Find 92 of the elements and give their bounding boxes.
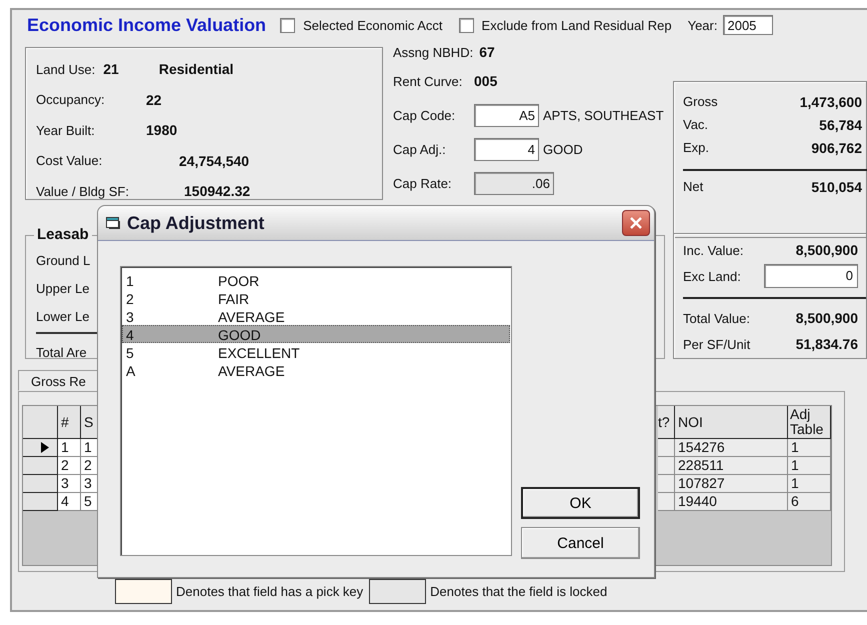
field-label: Ground L: [36, 252, 90, 268]
close-button[interactable]: [622, 210, 650, 236]
input-field[interactable]: .06: [474, 172, 554, 194]
table-cell: 1: [58, 439, 81, 457]
input-field[interactable]: 0: [764, 264, 858, 288]
list-item[interactable]: 4 GOOD: [122, 325, 510, 343]
close-icon: [629, 216, 643, 230]
income-value: 906,762: [811, 140, 862, 156]
table-cell: 6: [788, 493, 831, 511]
field-value: 1980: [146, 122, 178, 138]
table-cell: 228511: [675, 457, 788, 475]
column-header: NOI: [675, 406, 788, 439]
tab[interactable]: Gross Re: [18, 370, 99, 391]
income-value: 1,473,600: [800, 94, 862, 110]
dialog-button[interactable]: OK: [521, 487, 640, 519]
field-label: Cap Rate:: [393, 176, 453, 190]
window-icon: [106, 217, 120, 229]
income-value: 56,784: [819, 116, 862, 132]
row-header[interactable]: [23, 457, 58, 475]
field-description: APTS, SOUTHEAST: [543, 108, 664, 122]
field-label: Assng NBHD:: [393, 44, 474, 60]
legend-swatch: [115, 578, 172, 604]
row-header[interactable]: [23, 475, 58, 493]
dialog-title: Cap Adjustment: [127, 212, 264, 234]
field-label: Total Are: [36, 344, 87, 360]
checkbox-label: Exclude from Land Residual Rep: [482, 18, 672, 32]
checkbox-label: Selected Economic Acct: [303, 18, 443, 32]
checkbox[interactable]: [458, 18, 474, 32]
current-row-icon: [41, 442, 49, 453]
field-label: Year Built:: [36, 122, 96, 138]
window-title: Economic Income Valuation: [27, 14, 266, 36]
column-header: #: [58, 406, 81, 439]
legend-text: Denotes that the field is locked: [430, 584, 608, 598]
field-label: Occupancy:: [36, 92, 106, 108]
field-value: 67: [479, 44, 495, 60]
table-cell: 3: [58, 475, 81, 493]
row-header[interactable]: [23, 439, 58, 457]
list-item[interactable]: 5 EXCELLENT: [122, 343, 510, 361]
value-label: Inc. Value:: [683, 242, 744, 258]
value-label: Exc Land:: [683, 268, 741, 284]
value-amount: 8,500,900: [796, 310, 858, 326]
income-label: Exp.: [683, 140, 710, 155]
table-cell: 107827: [675, 475, 788, 493]
input-field[interactable]: 4: [474, 138, 539, 160]
checkbox[interactable]: [280, 18, 296, 32]
income-label: Vac.: [683, 117, 708, 132]
table-cell: [658, 493, 675, 511]
table-cell: 4: [58, 493, 81, 511]
income-label: Gross: [683, 94, 718, 109]
field-label: Land Use:: [36, 62, 96, 77]
table-cell: 19440: [675, 493, 788, 511]
value-label: Per SF/Unit: [683, 336, 750, 352]
row-header[interactable]: [23, 493, 58, 511]
table-cell: [658, 475, 675, 493]
list-item[interactable]: A AVERAGE: [122, 361, 510, 379]
list-box[interactable]: 1 POOR 2 FAIR 3 AVERAGE 4 GOOD 5 EXCELLENT A AVERAGE: [120, 266, 512, 556]
input-field[interactable]: A5: [474, 104, 539, 126]
income-value: 510,054: [811, 178, 862, 194]
field-description: GOOD: [543, 142, 583, 156]
field-value: 24,754,540: [179, 152, 250, 169]
value-amount: 8,500,900: [796, 242, 858, 258]
column-header: Adj Table: [788, 406, 831, 439]
value-label: Total Value:: [683, 310, 750, 326]
list-item[interactable]: 2 FAIR: [122, 289, 510, 307]
table-cell: [658, 439, 675, 457]
column-header: t?: [658, 406, 675, 439]
field-label: Cost Value:: [36, 153, 104, 168]
field-value: 22: [146, 92, 162, 108]
legend-text: Denotes that field has a pick key: [176, 584, 364, 598]
table-cell: 154276: [675, 439, 788, 457]
field-value: Residential: [158, 61, 234, 78]
table-cell: 1: [788, 439, 831, 457]
table-cell: [658, 457, 675, 475]
field-value: 21: [103, 61, 119, 78]
list-item[interactable]: 1 POOR: [122, 271, 510, 289]
field-label: Cap Code:: [393, 108, 456, 122]
year-field[interactable]: 2005: [723, 15, 774, 35]
income-label: Net: [683, 179, 704, 194]
field-label: Upper Le: [36, 280, 90, 296]
table-cell: 1: [788, 475, 831, 493]
dialog-button[interactable]: Cancel: [521, 527, 640, 559]
table-cell: 2: [58, 457, 81, 475]
year-label: Year:: [688, 18, 718, 32]
field-value: 150942.32: [184, 183, 250, 200]
field-label: Cap Adj.:: [393, 142, 447, 156]
field-label: Rent Curve:: [393, 74, 464, 88]
field-label: Lower Le: [36, 308, 90, 324]
value-amount: 51,834.76: [796, 336, 858, 352]
field-value: 005: [474, 73, 498, 89]
table-cell: 1: [788, 457, 831, 475]
field-label: Value / Bldg SF:: [36, 184, 130, 199]
list-item[interactable]: 3 AVERAGE: [122, 307, 510, 325]
